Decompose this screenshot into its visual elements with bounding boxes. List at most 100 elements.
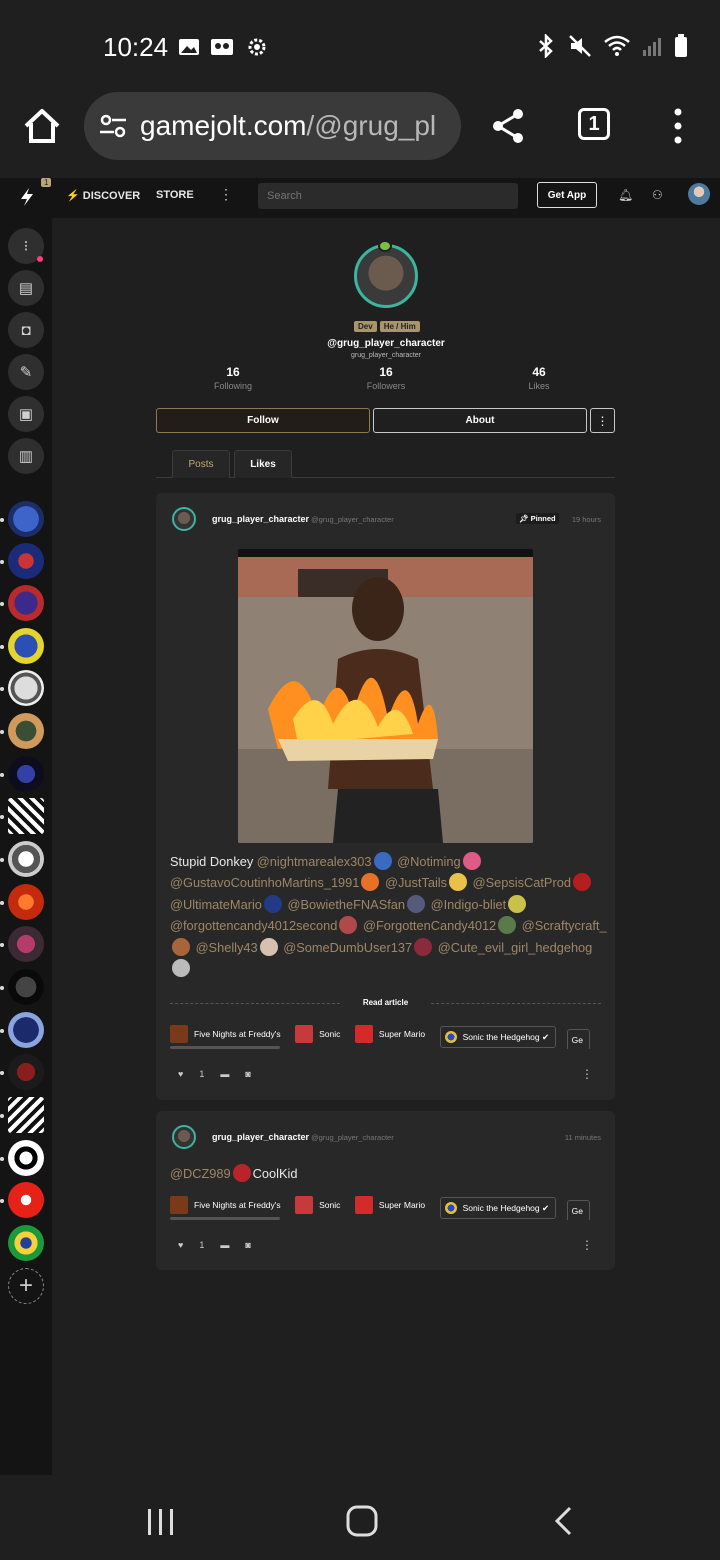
mention-link[interactable]: @SepsisCatProd — [473, 875, 571, 890]
nav-more-icon[interactable]: ⋮ — [219, 186, 233, 203]
community-chip[interactable]: Super Mario — [354, 1023, 429, 1045]
profile-more-icon[interactable]: ⋮ — [590, 408, 615, 433]
recent-apps-icon[interactable] — [146, 1507, 176, 1537]
mention-link[interactable]: @SomeDumbUser137 — [283, 940, 412, 955]
community-avatar[interactable] — [8, 543, 44, 579]
community-avatar[interactable] — [8, 585, 44, 621]
chips-scrollbar[interactable] — [170, 1217, 280, 1220]
mention-link[interactable]: @forgottencandy4012second — [170, 918, 337, 933]
community-avatar[interactable] — [8, 798, 44, 834]
share-icon[interactable] — [488, 106, 528, 146]
community-avatar[interactable] — [8, 628, 44, 664]
system-home-icon[interactable] — [346, 1505, 378, 1537]
gamejolt-logo-icon[interactable] — [16, 186, 38, 208]
like-count[interactable]: 1 — [199, 1069, 204, 1079]
settings-gear-icon — [248, 38, 266, 56]
nav-discover[interactable]: ⚡ DISCOVER — [66, 189, 140, 202]
post-time[interactable]: 11 minutes — [565, 1133, 601, 1142]
about-button[interactable]: About — [373, 408, 587, 433]
post-time[interactable]: 19 hours — [572, 515, 601, 524]
back-icon[interactable] — [552, 1505, 576, 1537]
home-icon[interactable] — [22, 106, 62, 146]
sticker-icon[interactable]: ◙ — [245, 1069, 250, 1079]
mention-link[interactable]: @BowietheFNASfan — [287, 897, 405, 912]
community-avatar[interactable] — [8, 1140, 44, 1176]
mention-link[interactable]: @JustTails — [385, 875, 447, 890]
mention-link[interactable]: @Cute_evil_girl_hedgehog — [438, 940, 593, 955]
like-icon[interactable]: ♥ — [178, 1240, 183, 1250]
community-avatar[interactable] — [8, 670, 44, 706]
following-stat[interactable]: 16 Following — [183, 365, 283, 391]
add-community-icon[interactable]: + — [8, 1268, 44, 1304]
community-chip[interactable]: Five Nights at Freddy's — [170, 1194, 285, 1216]
community-avatar[interactable] — [8, 969, 44, 1005]
mention-link[interactable]: @GustavoCoutinhoMartins_1991 — [170, 875, 359, 890]
post-more-icon[interactable]: ⋮ — [581, 1067, 593, 1081]
user-avatar-icon — [572, 873, 591, 892]
likes-stat[interactable]: 46 Likes — [489, 365, 589, 391]
search-input[interactable] — [258, 183, 518, 209]
like-count[interactable]: 1 — [199, 1240, 204, 1250]
community-chip[interactable]: Sonic — [295, 1194, 344, 1216]
community-avatar[interactable] — [8, 884, 44, 920]
mention-link[interactable]: @UltimateMario — [170, 897, 262, 912]
brazil-flag-icon[interactable] — [8, 1225, 44, 1261]
post-more-icon[interactable]: ⋮ — [581, 1238, 593, 1252]
profile-avatar[interactable] — [354, 244, 418, 308]
mention-link[interactable]: @Indigo-bliet — [431, 897, 507, 912]
read-article-link[interactable]: Read article — [170, 998, 601, 1007]
bell-icon[interactable]: 🔔︎ — [618, 188, 633, 202]
followers-stat[interactable]: 16 Followers — [336, 365, 436, 391]
youtube-community-icon[interactable] — [8, 1182, 44, 1218]
tab-likes[interactable]: Likes — [234, 450, 292, 478]
community-avatar[interactable] — [8, 1054, 44, 1090]
friends-icon[interactable]: ⚇ — [652, 188, 663, 202]
community-chip[interactable]: Five Nights at Freddy's — [170, 1023, 285, 1045]
post-author-avatar[interactable] — [172, 507, 196, 531]
browser-menu-icon[interactable] — [672, 106, 684, 146]
stat-value: 16 — [226, 365, 240, 379]
store-icon[interactable]: ▤ — [8, 270, 44, 306]
tab-switcher-button[interactable]: 1 — [578, 108, 610, 140]
community-avatar[interactable] — [8, 713, 44, 749]
backpack-icon[interactable]: ◘ — [8, 312, 44, 348]
community-thumb — [444, 1031, 457, 1043]
tab-posts[interactable]: Posts — [172, 450, 230, 478]
community-avatar[interactable] — [8, 501, 44, 537]
community-avatar[interactable] — [8, 926, 44, 962]
follow-button[interactable]: Follow — [156, 408, 370, 433]
comment-icon[interactable]: ▬ — [220, 1069, 229, 1079]
community-avatar[interactable] — [8, 1097, 44, 1133]
mention-link[interactable]: @Notiming — [397, 854, 461, 869]
community-chip[interactable]: Sonic — [295, 1023, 344, 1045]
address-bar[interactable]: gamejolt.com/@grug_pl — [84, 92, 461, 160]
mention-link[interactable]: @Scraftycraft_ — [522, 918, 607, 933]
chips-scrollbar[interactable] — [170, 1046, 280, 1049]
community-chip[interactable]: Ge — [566, 1029, 590, 1049]
chat-icon[interactable]: ▣ — [8, 396, 44, 432]
community-avatar[interactable] — [8, 1012, 44, 1048]
post-author[interactable]: grug_player_character @grug_player_charac… — [212, 514, 394, 524]
mention-link[interactable]: @DCZ989 — [170, 1166, 231, 1181]
user-avatar[interactable] — [688, 183, 710, 205]
comment-icon[interactable]: ▬ — [220, 1240, 229, 1250]
community-chip[interactable]: Sonic the Hedgehog ✔ — [439, 1197, 557, 1219]
mention-link[interactable]: @ForgottenCandy4012 — [363, 918, 496, 933]
nav-store[interactable]: STORE — [156, 189, 194, 201]
site-settings-icon[interactable] — [98, 111, 128, 141]
community-avatar[interactable] — [8, 756, 44, 792]
community-chip[interactable]: Sonic the Hedgehog ✔ — [439, 1026, 557, 1048]
post-image[interactable] — [238, 549, 533, 843]
like-icon[interactable]: ♥ — [178, 1069, 183, 1079]
sticker-icon[interactable]: ◙ — [245, 1240, 250, 1250]
post-author-avatar[interactable] — [172, 1125, 196, 1149]
community-avatar[interactable] — [8, 841, 44, 877]
quests-icon[interactable]: ✎ — [8, 354, 44, 390]
get-app-button[interactable]: Get App — [537, 182, 597, 208]
post-author[interactable]: grug_player_character @grug_player_charac… — [212, 1132, 394, 1142]
mention-link[interactable]: @Shelly43 — [196, 940, 258, 955]
library-icon[interactable]: ▥ — [8, 438, 44, 474]
mention-link[interactable]: @nightmarealex303 — [257, 854, 372, 869]
community-chip[interactable]: Super Mario — [354, 1194, 429, 1216]
community-chip[interactable]: Ge — [566, 1200, 590, 1220]
